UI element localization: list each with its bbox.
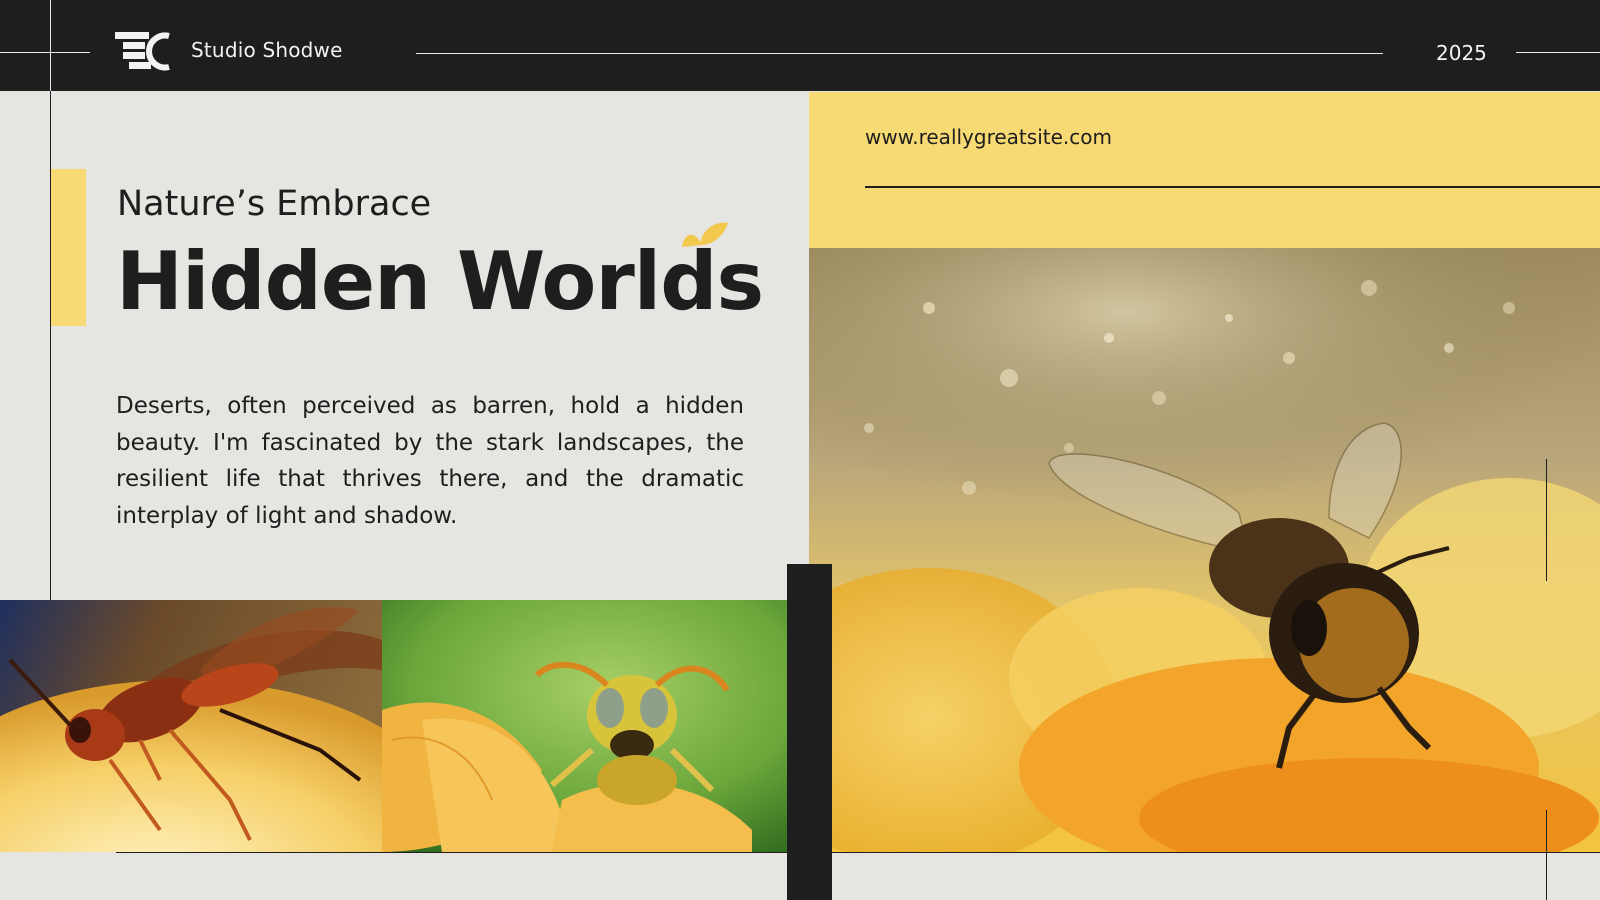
header-rule-center [416,53,1383,54]
right-guide-line-lower [1546,810,1547,900]
leaf-icon [682,222,728,247]
year-label: 2025 [1436,41,1487,65]
bottom-rule [116,852,1600,853]
header-rule-right [1516,52,1600,53]
brand-name: Studio Shodwe [191,38,343,62]
page-title: Hidden Worlds [116,235,764,328]
wasp-photo [0,600,382,852]
right-guide-line-upper [1546,459,1547,581]
bee-photo [809,248,1600,852]
description-paragraph: Deserts, often perceived as barren, hold… [116,393,744,529]
slide: Studio Shodwe 2025 Nature’s Embrace Hidd… [0,0,1600,900]
decorative-post [787,564,832,900]
wasp-flower-photo [382,600,787,852]
subtitle: Nature’s Embrace [117,184,432,224]
website-link[interactable]: www.reallygreatsite.com [865,125,1112,149]
website-underline [865,186,1600,188]
studio-logo-icon [115,32,170,71]
title-accent-bar [51,169,86,326]
left-guide-line-top [50,0,51,91]
website-panel [809,92,1600,248]
header-rule-left [0,52,90,53]
